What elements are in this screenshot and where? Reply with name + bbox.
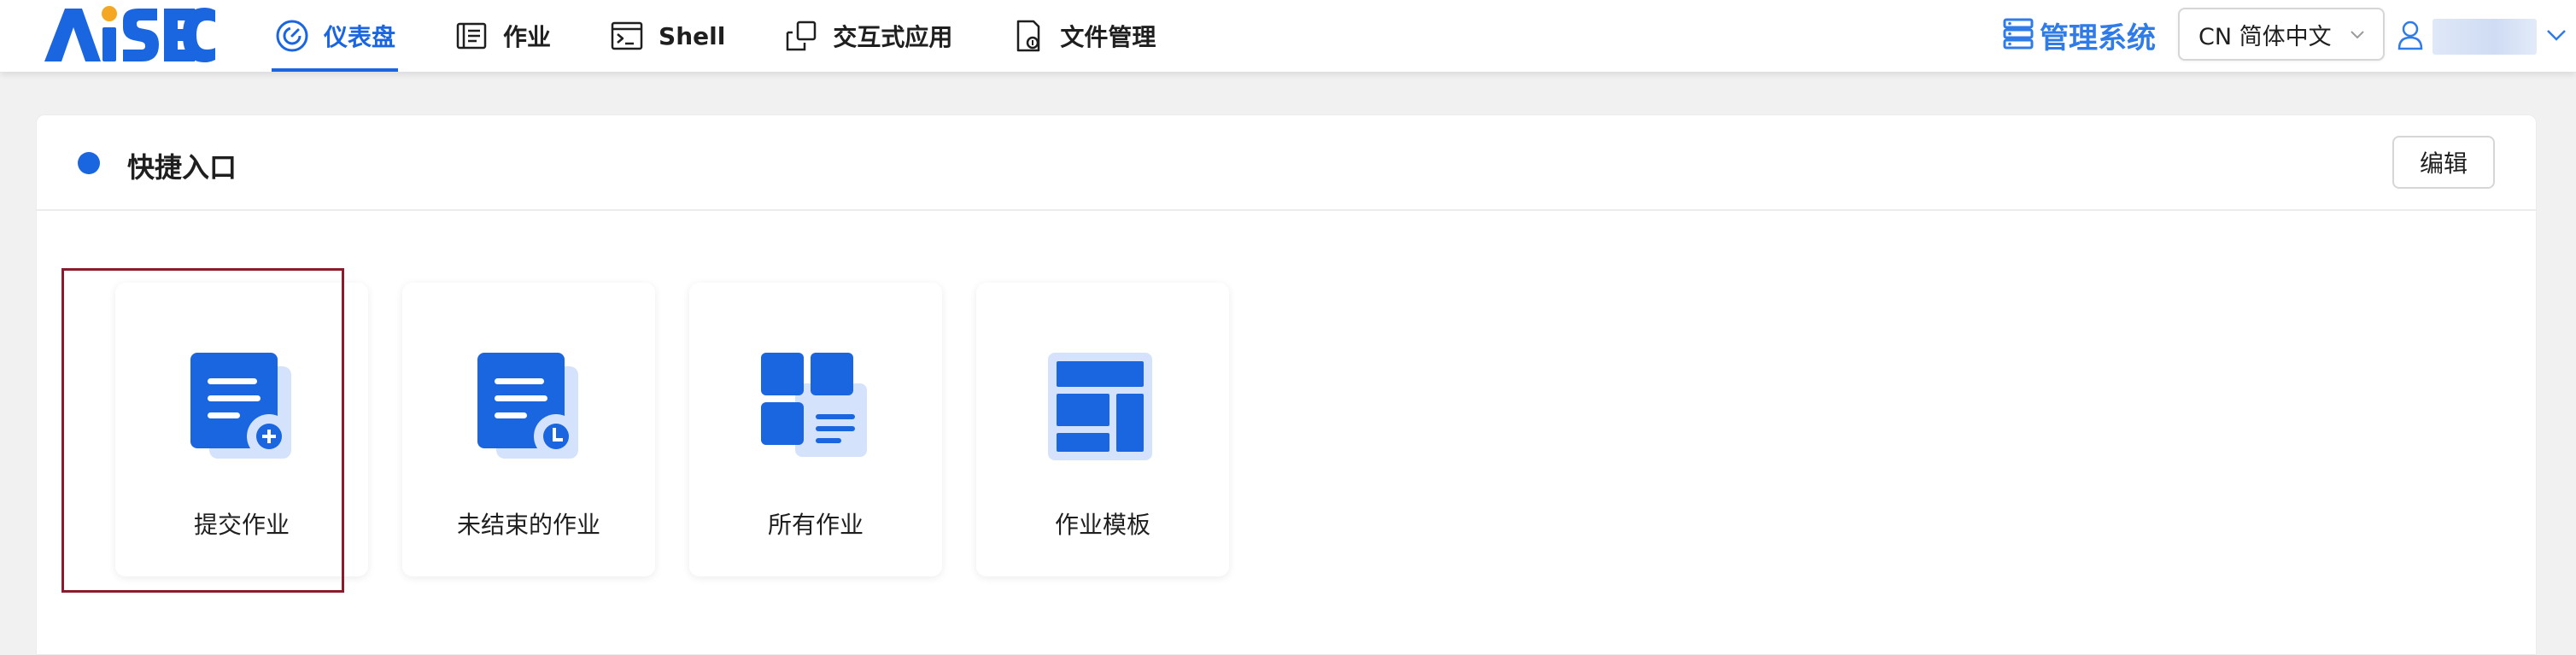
unfinished-jobs-icon — [474, 353, 585, 464]
quick-access-title: 快捷入口 — [127, 151, 237, 184]
tile-label-all-jobs: 所有作业 — [767, 511, 864, 539]
language-select-value: CN 简体中文 — [2198, 23, 2332, 50]
nav-label-shell: Shell — [659, 21, 726, 50]
tile-label-submit-job: 提交作业 — [193, 511, 290, 539]
main-nav: 仪表盘 作业 Shell 交互式应用 文件管理 — [272, 0, 1211, 72]
nav-item-file-manager[interactable]: 文件管理 — [1008, 0, 1158, 72]
nav-item-jobs[interactable]: 作业 — [451, 0, 553, 72]
top-navigation-bar: 仪表盘 作业 Shell 交互式应用 文件管理 管理系统 CN 简体中文 — [0, 0, 2576, 72]
language-select[interactable]: CN 简体中文 — [2178, 8, 2385, 61]
server-icon — [2002, 17, 2034, 53]
dashboard-icon — [274, 18, 310, 54]
tile-unfinished-jobs[interactable]: 未结束的作业 — [402, 283, 655, 576]
tile-label-job-template: 作业模板 — [1054, 511, 1150, 539]
file-manager-icon — [1010, 18, 1046, 54]
nav-label-file-manager: 文件管理 — [1060, 23, 1156, 51]
nav-item-shell[interactable]: Shell — [606, 0, 728, 72]
nav-item-interactive-apps[interactable]: 交互式应用 — [781, 0, 955, 72]
admin-system-link[interactable]: 管理系统 — [2002, 14, 2156, 56]
edit-button[interactable]: 编辑 — [2392, 136, 2495, 189]
terminal-icon — [609, 18, 645, 54]
aisec-logo-mark — [44, 6, 215, 62]
all-jobs-icon — [761, 353, 872, 464]
chevron-down-icon — [2349, 26, 2366, 47]
user-menu-chevron-icon — [2545, 26, 2567, 47]
tile-job-template[interactable]: 作业模板 — [976, 283, 1229, 576]
tile-all-jobs[interactable]: 所有作业 — [689, 283, 942, 576]
aisec-logo[interactable] — [39, 2, 219, 67]
quick-access-card: 快捷入口 编辑 提交作业 未结束的作业 所有作业 作业模板 — [36, 114, 2537, 655]
user-name-redacted — [2433, 19, 2537, 55]
nav-item-dashboard[interactable]: 仪表盘 — [272, 0, 399, 72]
nav-label-interactive-apps: 交互式应用 — [833, 23, 953, 51]
section-dot-icon — [78, 152, 100, 174]
nav-label-dashboard: 仪表盘 — [324, 23, 396, 51]
interactive-app-icon — [783, 18, 819, 54]
tile-submit-job[interactable]: 提交作业 — [115, 283, 368, 576]
submit-job-icon — [187, 353, 298, 464]
job-list-icon — [454, 18, 489, 54]
nav-label-jobs: 作业 — [503, 23, 552, 51]
job-template-icon — [1048, 353, 1159, 464]
tile-label-unfinished-jobs: 未结束的作业 — [456, 511, 600, 539]
user-icon — [2397, 20, 2424, 54]
admin-system-label: 管理系统 — [2040, 20, 2156, 56]
quick-access-header: 快捷入口 编辑 — [37, 115, 2536, 211]
user-menu[interactable] — [2397, 15, 2567, 58]
